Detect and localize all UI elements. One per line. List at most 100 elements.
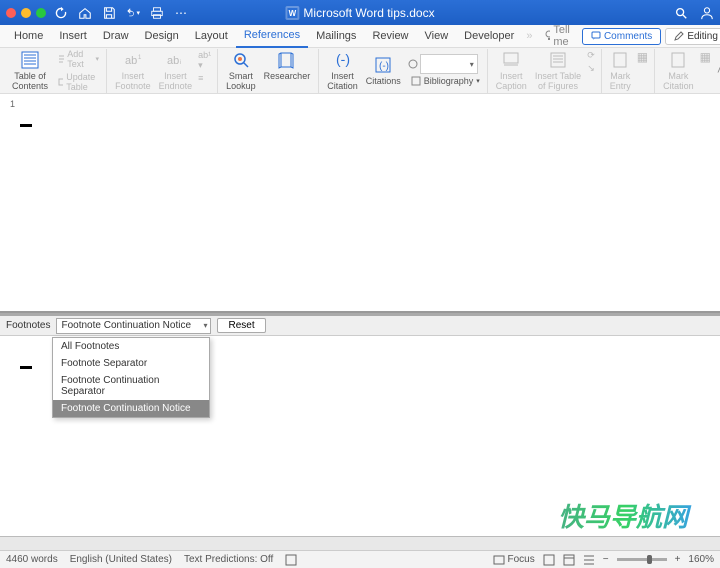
insert-caption-button[interactable]: Insert Caption bbox=[492, 48, 531, 94]
dropdown-item-selected[interactable]: Footnote Continuation Notice bbox=[53, 400, 209, 417]
word-count[interactable]: 4460 words bbox=[6, 554, 58, 565]
bibliography-button[interactable]: Bibliography▾ bbox=[408, 75, 483, 87]
zoom-out[interactable]: − bbox=[603, 554, 609, 565]
table-of-contents-button[interactable]: Table of Contents bbox=[8, 48, 52, 94]
close-icon[interactable] bbox=[6, 8, 16, 18]
text-cursor-mark bbox=[20, 124, 32, 127]
insert-citation-button[interactable]: (-) Insert Citation bbox=[323, 48, 362, 94]
editing-button[interactable]: Editing▾ bbox=[665, 28, 720, 45]
dropdown-item[interactable]: Footnote Continuation Separator bbox=[53, 372, 209, 400]
insert-footnote-button[interactable]: ab1 Insert Footnote bbox=[111, 48, 155, 94]
comments-button[interactable]: Comments bbox=[582, 28, 661, 45]
tab-insert[interactable]: Insert bbox=[51, 25, 95, 48]
toc-icon bbox=[20, 50, 40, 70]
show-notes-icon[interactable]: ≡ bbox=[198, 73, 211, 83]
insert-figures-button[interactable]: Insert Table of Figures bbox=[531, 48, 585, 94]
footnote-text-mark bbox=[20, 366, 32, 369]
style-selector[interactable] bbox=[420, 54, 478, 74]
footnote-dropdown-list: All Footnotes Footnote Separator Footnot… bbox=[52, 337, 210, 418]
footnotes-label: Footnotes bbox=[6, 320, 50, 331]
mark-entry-icon bbox=[610, 50, 630, 70]
word-doc-icon: W bbox=[285, 6, 299, 20]
researcher-button[interactable]: Researcher bbox=[260, 48, 315, 94]
save-icon[interactable] bbox=[102, 6, 116, 20]
ribbon-group-citations: (-) Insert Citation (-) Citations Biblio… bbox=[319, 49, 488, 93]
tab-references[interactable]: References bbox=[236, 25, 308, 48]
citations-icon: (-) bbox=[373, 55, 393, 75]
maximize-icon[interactable] bbox=[36, 8, 46, 18]
svg-text:1: 1 bbox=[138, 55, 142, 61]
zoom-level[interactable]: 160% bbox=[688, 554, 714, 565]
svg-text:ab: ab bbox=[167, 55, 179, 67]
add-text-button[interactable]: Add Text▾ bbox=[54, 48, 102, 70]
svg-text:(-): (-) bbox=[336, 51, 350, 67]
minimize-icon[interactable] bbox=[21, 8, 31, 18]
print-icon[interactable] bbox=[150, 6, 164, 20]
autosave-icon[interactable] bbox=[54, 6, 68, 20]
reset-button[interactable]: Reset bbox=[217, 318, 265, 333]
biblio-icon bbox=[411, 76, 421, 86]
dropdown-item[interactable]: Footnote Separator bbox=[53, 355, 209, 372]
footnote-toolbar: Footnotes Footnote Continuation Notice R… bbox=[0, 316, 720, 336]
view-web-icon[interactable] bbox=[563, 554, 575, 566]
window-title: W Microsoft Word tips.docx bbox=[285, 6, 434, 20]
caption-icon bbox=[501, 50, 521, 70]
document-area[interactable]: 1 bbox=[0, 94, 720, 313]
insert-endnote-button[interactable]: abi Insert Endnote bbox=[155, 48, 197, 94]
ribbon-group-toc: Table of Contents Add Text▾ Update Table bbox=[4, 49, 107, 93]
focus-mode[interactable]: Focus bbox=[493, 554, 535, 565]
zoom-in[interactable]: + bbox=[675, 554, 681, 565]
view-print-icon[interactable] bbox=[543, 554, 555, 566]
insert-index-icon[interactable]: ▦ bbox=[637, 50, 648, 64]
home-icon[interactable] bbox=[78, 6, 92, 20]
bulb-icon bbox=[544, 30, 550, 42]
ribbon-group-captions: Insert Caption Insert Table of Figures ⟳… bbox=[488, 49, 602, 93]
tab-draw[interactable]: Draw bbox=[95, 25, 137, 48]
footnote-view-dropdown[interactable]: Footnote Continuation Notice bbox=[56, 318, 211, 334]
tab-developer[interactable]: Developer bbox=[456, 25, 522, 48]
svg-text:(-): (-) bbox=[379, 61, 389, 72]
language-status[interactable]: English (United States) bbox=[70, 554, 172, 565]
cross-ref-icon[interactable]: ↘ bbox=[587, 63, 595, 74]
titlebar: ▾ ⋯ W Microsoft Word tips.docx bbox=[0, 0, 720, 25]
tab-design[interactable]: Design bbox=[137, 25, 187, 48]
mark-entry-button[interactable]: Mark Entry bbox=[606, 48, 635, 94]
update-figures-icon[interactable]: ⟳ bbox=[587, 50, 595, 61]
account-icon[interactable] bbox=[700, 6, 714, 20]
mark-citation-icon bbox=[668, 50, 688, 70]
smart-lookup-icon bbox=[231, 50, 251, 70]
endnote-icon: abi bbox=[165, 50, 185, 70]
smart-lookup-button[interactable]: Smart Lookup bbox=[222, 48, 260, 94]
titlebar-right bbox=[674, 6, 714, 20]
style-icon bbox=[408, 59, 418, 69]
svg-text:ab: ab bbox=[125, 55, 137, 67]
svg-text:i: i bbox=[180, 60, 181, 66]
tab-review[interactable]: Review bbox=[364, 25, 416, 48]
tab-mailings[interactable]: Mailings bbox=[308, 25, 364, 48]
macro-icon[interactable] bbox=[285, 554, 297, 566]
insert-authorities-icon[interactable]: ▦ bbox=[700, 50, 711, 64]
tab-home[interactable]: Home bbox=[6, 25, 51, 48]
search-icon[interactable] bbox=[674, 6, 688, 20]
comment-icon bbox=[591, 31, 601, 41]
citations-button[interactable]: (-) Citations bbox=[362, 53, 405, 89]
focus-icon bbox=[493, 555, 505, 565]
tab-layout[interactable]: Layout bbox=[187, 25, 236, 48]
status-bar: 4460 words English (United States) Text … bbox=[0, 550, 720, 568]
ribbon-group-footnotes: ab1 Insert Footnote abi Insert Endnote a… bbox=[107, 49, 218, 93]
mark-citation-button[interactable]: Mark Citation bbox=[659, 48, 698, 94]
undo-icon[interactable]: ▾ bbox=[126, 6, 140, 20]
more-icon[interactable]: ⋯ bbox=[174, 6, 188, 20]
ribbon-group-index: Mark Entry ▦ bbox=[602, 49, 655, 93]
tell-me[interactable]: Tell me bbox=[536, 25, 582, 48]
qat: ▾ ⋯ bbox=[54, 6, 188, 20]
dropdown-item[interactable]: All Footnotes bbox=[53, 338, 209, 355]
next-footnote-icon[interactable]: ab¹ ▾ bbox=[198, 50, 211, 71]
text-predictions-status[interactable]: Text Predictions: Off bbox=[184, 554, 273, 565]
view-outline-icon[interactable] bbox=[583, 554, 595, 566]
tab-view[interactable]: View bbox=[417, 25, 457, 48]
page-number: 1 bbox=[10, 99, 15, 109]
update-table-button[interactable]: Update Table bbox=[54, 71, 102, 93]
ribbon-tabs: Home Insert Draw Design Layout Reference… bbox=[0, 25, 720, 48]
zoom-slider[interactable] bbox=[617, 558, 667, 561]
